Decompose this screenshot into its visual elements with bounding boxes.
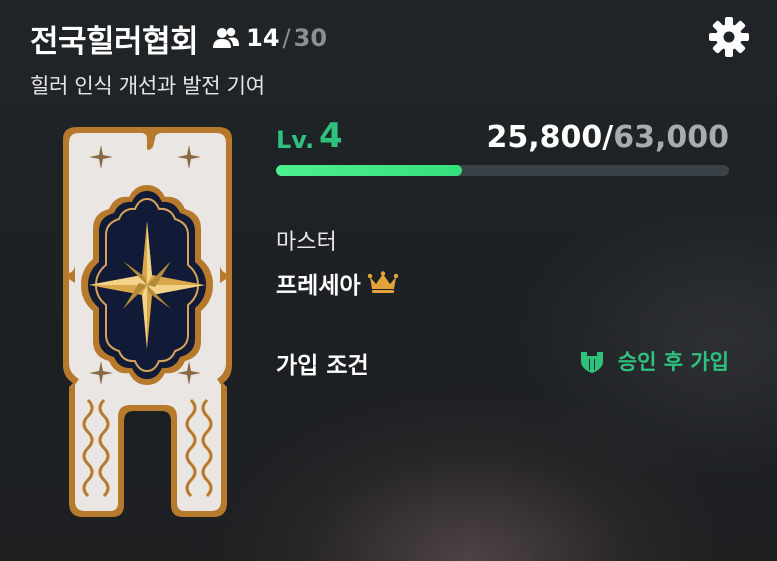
experience-readout: 25,800/63,000 [486,120,729,155]
settings-button[interactable] [706,14,752,60]
guild-description: 힐러 인식 개선과 발전 기여 [30,74,265,98]
experience-progress-fill [276,165,462,176]
gear-icon[interactable] [706,14,752,60]
exp-separator: / [602,120,614,155]
guild-name: 전국힐러협회 [30,23,199,60]
member-count: 14 / 30 [212,24,327,52]
approval-shield-icon [580,352,603,373]
exp-current: 25,800 [486,120,603,155]
banner-emblem-graphic [63,127,232,517]
guild-header: 전국힐러협회 14 / 30 [30,18,327,60]
guild-emblem-banner [55,125,240,520]
level-label: Lv. [276,126,315,154]
master-name: 프레세아 [276,273,361,299]
join-condition-text: 승인 후 가입 [617,350,729,374]
exp-max: 63,000 [613,120,729,155]
member-count-max: 30 [293,24,328,52]
join-condition-label: 가입 조건 [276,353,369,379]
master-row: 프레세아 [276,266,399,300]
guild-level-row: Lv. 4 25,800/63,000 [276,116,729,160]
people-icon [213,27,240,48]
level-value: 4 [319,116,343,156]
join-condition-value: 승인 후 가입 [578,346,729,376]
member-count-current: 14 [246,24,280,52]
crown-icon [367,271,398,293]
experience-progress-bar [276,165,729,176]
member-count-separator: / [282,24,291,52]
master-label: 마스터 [276,230,337,255]
